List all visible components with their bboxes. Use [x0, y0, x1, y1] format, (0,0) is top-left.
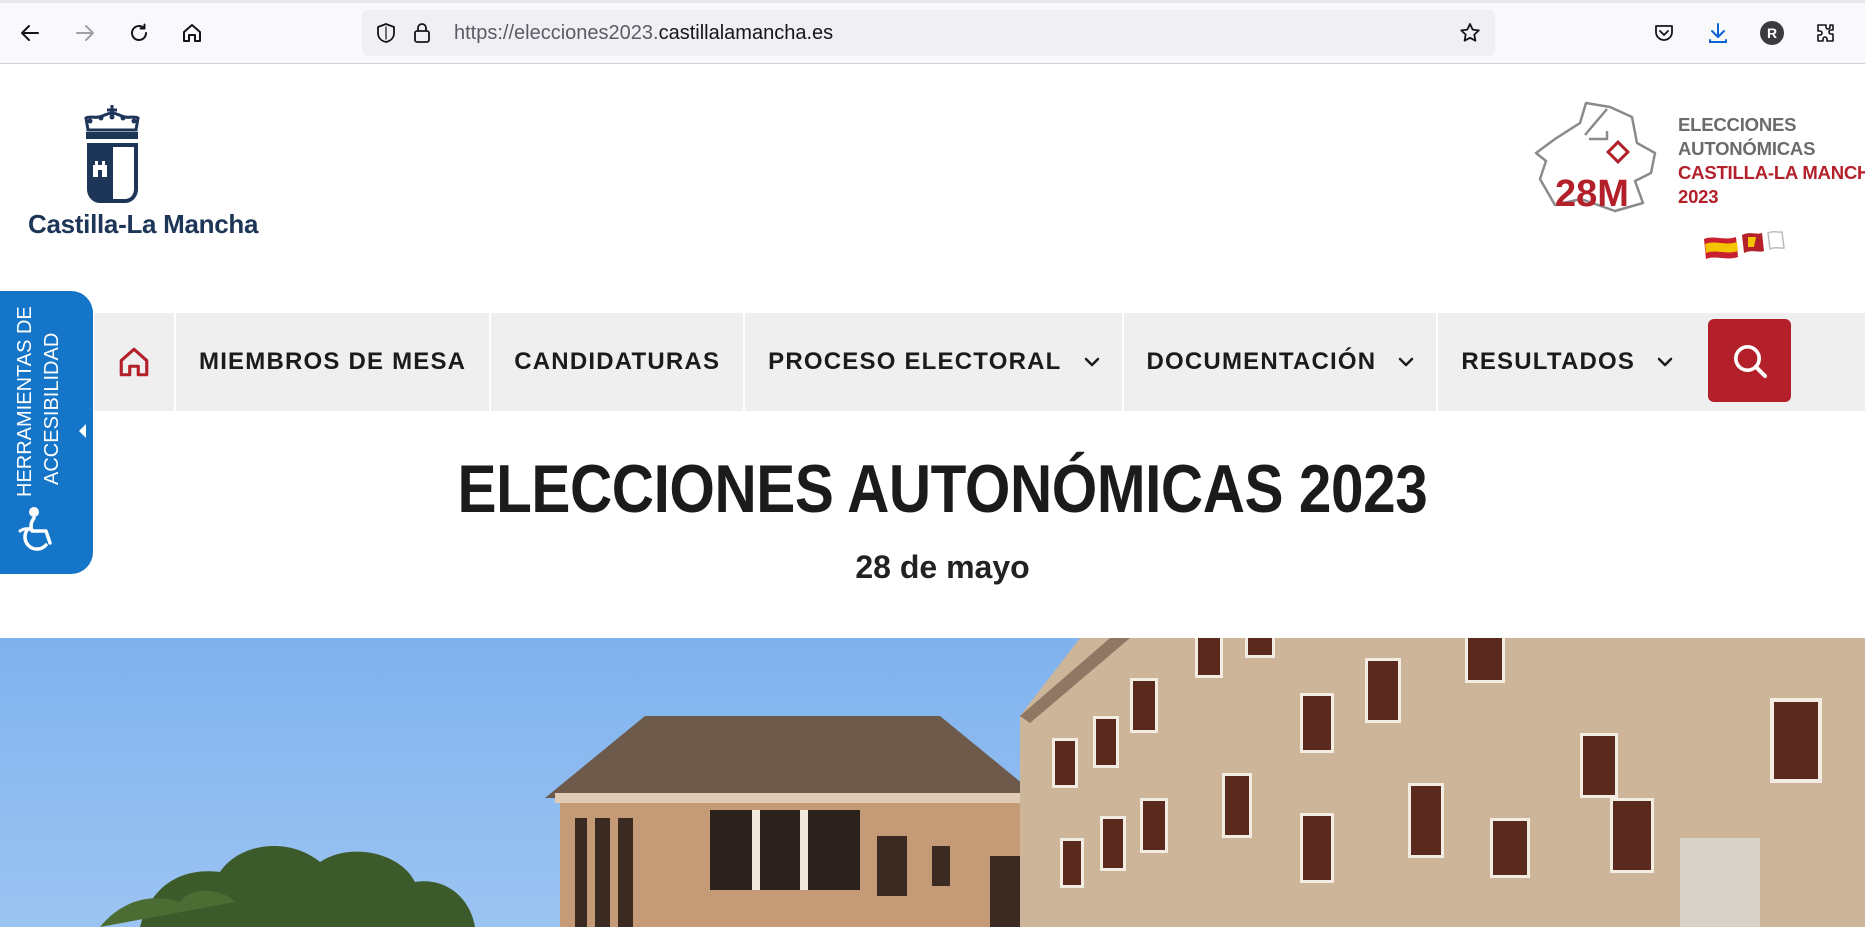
- logo-line-2: AUTONÓMICAS: [1678, 138, 1816, 159]
- nav-resultados[interactable]: RESULTADOS: [1438, 313, 1695, 411]
- web-page: Castilla-La Mancha 28M ELECCIONES AUTONÓ…: [0, 65, 1865, 927]
- elections-2023-logo[interactable]: 28M ELECCIONES AUTONÓMICAS CASTILLA-LA M…: [1525, 95, 1865, 295]
- chevron-down-icon: [1082, 352, 1102, 372]
- chevron-down-icon: [1396, 352, 1416, 372]
- nav-label: RESULTADOS: [1461, 348, 1636, 375]
- extensions-button[interactable]: [1810, 17, 1842, 49]
- forward-button[interactable]: [68, 16, 102, 50]
- home-button[interactable]: [175, 16, 209, 50]
- nav-home[interactable]: [94, 313, 176, 411]
- profile-button[interactable]: R: [1756, 17, 1788, 49]
- tab-strip-edge: [0, 0, 1865, 3]
- home-icon: [119, 347, 149, 377]
- logo-text: Castilla-La Mancha: [28, 209, 259, 239]
- downloads-button[interactable]: [1702, 17, 1734, 49]
- accessibility-line-2: ACCESIBILIDAD: [41, 332, 63, 485]
- nav-label: MIEMBROS DE MESA: [199, 348, 467, 375]
- arrow-right-icon: [76, 25, 94, 41]
- url-bar[interactable]: https://elecciones2023.castillalamancha.…: [362, 10, 1495, 56]
- page-title: ELECCIONES AUTONÓMICAS 2023: [457, 451, 1428, 527]
- caret-left-icon: [79, 424, 86, 438]
- building-photo: [100, 638, 1865, 927]
- puzzle-icon: [1817, 24, 1834, 42]
- url-text[interactable]: https://elecciones2023.castillalamancha.…: [454, 10, 833, 56]
- castilla-la-mancha-logo[interactable]: Castilla-La Mancha: [28, 99, 259, 269]
- nav-candidaturas[interactable]: CANDIDATURAS: [491, 313, 746, 411]
- accessibility-tools-tab[interactable]: HERRAMIENTAS DE ACCESIBILIDAD: [0, 291, 93, 574]
- hero-image: [0, 638, 1865, 927]
- accessibility-label: HERRAMIENTAS DE ACCESIBILIDAD: [12, 306, 72, 497]
- logo-line-3: CASTILLA-LA MANCHA: [1678, 162, 1865, 183]
- nav-label: CANDIDATURAS: [514, 348, 721, 375]
- election-logo-text: ELECCIONES AUTONÓMICAS CASTILLA-LA MANCH…: [1678, 113, 1865, 209]
- nav-miembros-de-mesa[interactable]: MIEMBROS DE MESA: [176, 313, 492, 411]
- reload-icon: [131, 23, 147, 41]
- url-prefix: https://elecciones2023.: [454, 22, 659, 44]
- pocket-button[interactable]: [1648, 17, 1680, 49]
- election-badge: 28M: [1555, 173, 1629, 216]
- logo-line-4: 2023: [1678, 186, 1719, 207]
- download-icon: [1709, 23, 1727, 43]
- badge-text: 28M: [1555, 173, 1629, 215]
- page-subtitle: 28 de mayo: [855, 549, 1030, 585]
- home-icon: [183, 24, 201, 42]
- chevron-down-icon: [1655, 352, 1675, 372]
- logo-line-1: ELECCIONES: [1678, 114, 1797, 135]
- reload-button[interactable]: [122, 16, 156, 50]
- nav-label: PROCESO ELECTORAL: [768, 348, 1062, 375]
- coat-of-arms-icon: [84, 105, 140, 203]
- arrow-left-icon: [21, 25, 39, 41]
- bookmark-star-icon[interactable]: [1458, 21, 1482, 45]
- site-header: Castilla-La Mancha 28M ELECCIONES AUTONÓ…: [0, 65, 1865, 313]
- shield-icon[interactable]: [374, 21, 398, 45]
- main-navigation: MIEMBROS DE MESA CANDIDATURAS PROCESO EL…: [94, 313, 1865, 411]
- back-button[interactable]: [13, 16, 47, 50]
- nav-documentacion[interactable]: DOCUMENTACIÓN: [1124, 313, 1439, 411]
- avatar: R: [1760, 21, 1784, 45]
- search-icon: [1733, 344, 1767, 378]
- search-button[interactable]: [1708, 319, 1791, 402]
- url-domain: castillalamancha.es: [658, 22, 834, 44]
- nav-label: DOCUMENTACIÓN: [1146, 348, 1377, 375]
- flags-icon: [1704, 230, 1785, 259]
- browser-toolbar: https://elecciones2023.castillalamancha.…: [0, 0, 1865, 64]
- pocket-icon: [1655, 25, 1673, 41]
- accessibility-line-1: HERRAMIENTAS DE: [14, 306, 36, 497]
- lock-icon[interactable]: [410, 21, 434, 45]
- nav-proceso-electoral[interactable]: PROCESO ELECTORAL: [745, 313, 1124, 411]
